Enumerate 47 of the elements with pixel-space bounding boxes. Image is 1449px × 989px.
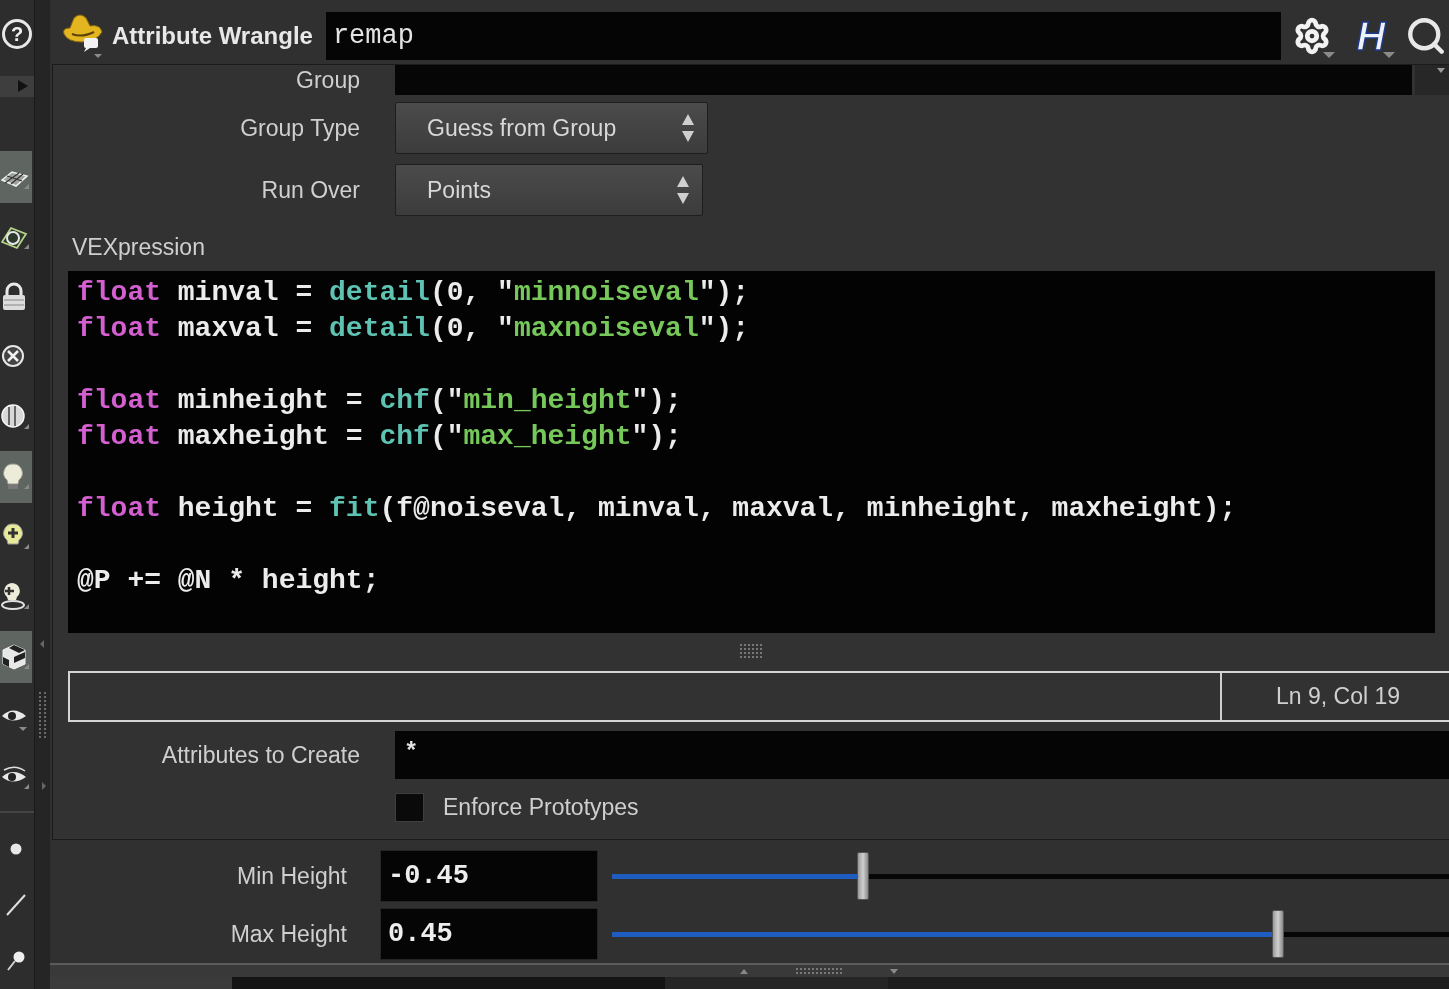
up-down-arrows-icon (681, 113, 695, 143)
caret-icon (1323, 52, 1335, 58)
right-arrow-icon (18, 80, 28, 93)
code-line: float height = fit(f@noiseval, minval, maxval, minheight, maxheight); (77, 492, 1237, 526)
dropdown-menu[interactable]: Guess from Group (395, 102, 708, 154)
slider-handle[interactable] (857, 851, 870, 900)
dot-icon (10, 843, 22, 855)
pin-icon (7, 951, 25, 971)
cursor-position: Ln 9, Col 19 (1276, 682, 1401, 712)
group-label: Group (296, 68, 360, 92)
caret-icon (1383, 52, 1395, 58)
vexpression-label: VEXpression (72, 235, 205, 259)
node-name-field[interactable]: remap (325, 12, 1281, 60)
run-over-label: Run Over (261, 178, 360, 202)
up-down-arrows-icon (676, 175, 690, 205)
value-field[interactable]: -0.45 (380, 850, 598, 902)
attributes-label: Attributes to Create (161, 743, 360, 767)
node-type-title: Attribute Wrangle (112, 21, 313, 51)
help-menu-button[interactable]: H (1347, 12, 1395, 60)
dropdown-menu[interactable]: Points (395, 164, 703, 216)
search-icon (1405, 15, 1447, 57)
group-type-label: Group Type (240, 116, 360, 140)
value-field[interactable]: 0.45 (380, 908, 598, 960)
down-arrow-icon (890, 968, 898, 974)
caret-icon (1437, 68, 1445, 73)
slider-handle[interactable] (1272, 909, 1285, 958)
code-line: float maxheight = chf("max_height"); (77, 420, 682, 454)
code-line: float minheight = chf("min_height"); (77, 384, 682, 418)
splitter-grip-icon[interactable] (36, 640, 49, 790)
diagonal-line-icon (6, 894, 26, 916)
checkbox[interactable] (395, 792, 424, 822)
display-toggle-button[interactable] (0, 451, 32, 504)
up-arrow-icon (740, 968, 748, 974)
settings-icon (1293, 17, 1331, 55)
attributes-field[interactable]: * (395, 731, 1449, 779)
group-field[interactable] (395, 65, 1412, 95)
resize-grip-icon[interactable] (740, 644, 762, 658)
code-line: float maxval = detail(0, "maxnoiseval"); (77, 312, 750, 346)
enforce-prototypes-label: Enforce Prototypes (443, 792, 639, 822)
code-editor[interactable] (68, 271, 1435, 633)
code-line: float minval = detail(0, "minnoiseval"); (77, 276, 750, 310)
parameter-label: Min Height (237, 864, 347, 888)
display-toggle-button[interactable] (0, 631, 32, 684)
display-toggle-button[interactable] (0, 151, 32, 204)
grip-icon (796, 968, 842, 974)
parameter-label: Max Height (230, 922, 347, 946)
code-line: @P += @N * height; (77, 564, 380, 598)
